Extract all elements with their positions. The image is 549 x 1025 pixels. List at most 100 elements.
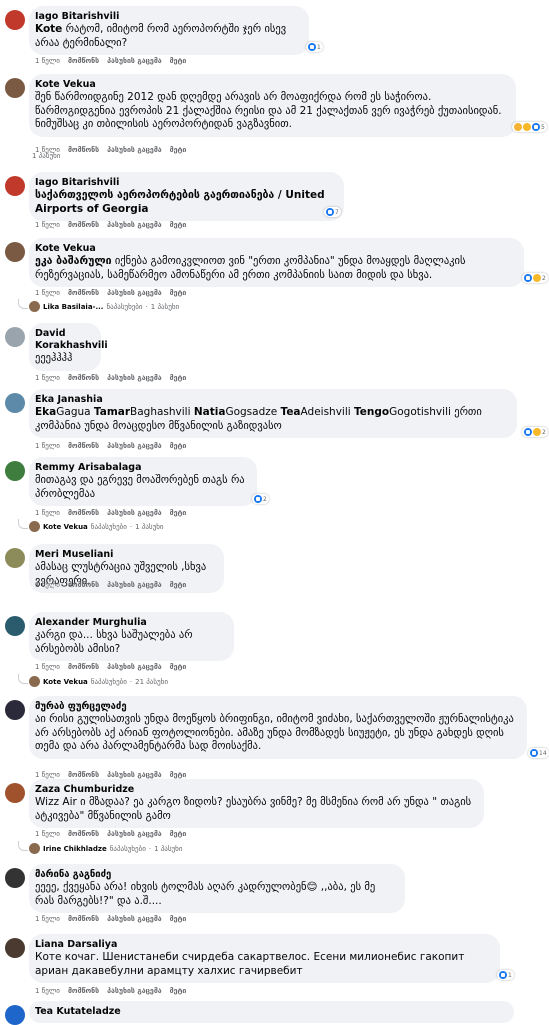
more-button[interactable]: მეტი <box>170 771 187 779</box>
avatar[interactable] <box>5 10 25 30</box>
mention-link[interactable]: Tamar <box>94 406 130 418</box>
mention-link[interactable]: ეკა ბაშარული <box>35 255 112 267</box>
comment-author[interactable]: Remmy Arisabalaga <box>35 462 249 474</box>
like-button[interactable]: მომწონს <box>68 374 99 382</box>
like-button[interactable]: მომწონს <box>68 221 99 229</box>
avatar[interactable] <box>5 868 25 888</box>
comment-author[interactable]: Zaza Chumburidze <box>35 784 476 796</box>
reply-button[interactable]: პასუხის გაცემა <box>107 663 162 671</box>
more-button[interactable]: მეტი <box>170 57 187 65</box>
avatar[interactable] <box>5 461 25 481</box>
like-button[interactable]: მომწონს <box>68 915 99 923</box>
comment-timestamp[interactable]: 1 წელი <box>35 509 60 517</box>
view-replies-link[interactable]: Kote Vekua ნაპასუხები · 21 პასუხი <box>29 676 168 687</box>
comment-timestamp[interactable]: 1 წელი <box>35 57 60 65</box>
reply-button[interactable]: პასუხის გაცემა <box>107 57 162 65</box>
like-button[interactable]: მომწონს <box>68 442 99 450</box>
comment-author[interactable]: Tea Kutateladze <box>35 1006 506 1018</box>
mention-link[interactable]: Eka <box>35 406 56 418</box>
comment-author[interactable]: David Korakhashvili <box>35 328 108 352</box>
more-button[interactable]: მეტი <box>170 663 187 671</box>
comment-author[interactable]: Kote Vekua <box>35 79 508 91</box>
avatar[interactable] <box>5 938 25 958</box>
more-button[interactable]: მეტი <box>170 509 187 517</box>
avatar[interactable] <box>5 616 25 636</box>
view-replies-link[interactable]: Kote Vekua ნაპასუხები · 1 პასუხი <box>29 521 164 532</box>
avatar[interactable] <box>5 548 25 568</box>
view-replies-link[interactable]: Irine Chikhladze ნაპასუხები · 1 პასუხი <box>29 843 182 854</box>
comment-author[interactable]: Eka Janashia <box>35 394 509 406</box>
reaction-summary[interactable]: 14 <box>528 748 549 758</box>
reply-button[interactable]: პასუხის გაცემა <box>107 146 162 154</box>
like-button[interactable]: მომწონს <box>68 289 99 297</box>
reaction-summary[interactable]: 5 <box>512 122 547 132</box>
comment-author[interactable]: Alexander Murghulia <box>35 617 226 629</box>
reply-button[interactable]: პასუხის გაცემა <box>107 915 162 923</box>
avatar[interactable] <box>5 176 25 196</box>
avatar[interactable] <box>5 327 25 347</box>
comment-timestamp[interactable]: 1 წელი <box>35 581 60 589</box>
like-button[interactable]: მომწონს <box>68 146 99 154</box>
more-button[interactable]: მეტი <box>170 581 187 589</box>
more-button[interactable]: მეტი <box>170 374 187 382</box>
mention-link[interactable]: Tengo <box>354 406 389 418</box>
more-button[interactable]: მეტი <box>170 221 187 229</box>
more-button[interactable]: მეტი <box>170 830 187 838</box>
reaction-summary[interactable]: 1 <box>497 970 514 980</box>
avatar[interactable] <box>5 78 25 98</box>
reaction-summary[interactable]: 7 <box>324 207 341 217</box>
avatar[interactable] <box>5 1005 25 1025</box>
comment-timestamp[interactable]: 1 წელი <box>35 289 60 297</box>
like-button[interactable]: მომწონს <box>68 830 99 838</box>
more-button[interactable]: მეტი <box>170 146 187 154</box>
view-replies-link[interactable]: 1 პასუხი <box>32 152 60 160</box>
reaction-summary[interactable]: 1 <box>306 42 323 52</box>
reaction-summary[interactable]: 2 <box>252 494 269 504</box>
reply-button[interactable]: პასუხის გაცემა <box>107 289 162 297</box>
reply-button[interactable]: პასუხის გაცემა <box>107 581 162 589</box>
view-replies-link[interactable]: Lika Basilaia-... ნაპასუხები · 1 პასუხი <box>29 301 179 312</box>
reply-button[interactable]: პასუხის გაცემა <box>107 509 162 517</box>
comment-timestamp[interactable]: 1 წელი <box>35 771 60 779</box>
like-button[interactable]: მომწონს <box>68 509 99 517</box>
reply-button[interactable]: პასუხის გაცემა <box>107 771 162 779</box>
comment-author[interactable]: Kote Vekua <box>35 243 516 255</box>
reply-button[interactable]: პასუხის გაცემა <box>107 221 162 229</box>
more-button[interactable]: მეტი <box>170 442 187 450</box>
comment-author[interactable]: Meri Museliani <box>35 549 216 561</box>
reply-button[interactable]: პასუხის გაცემა <box>107 987 162 995</box>
mention-link[interactable]: Kote <box>35 23 62 35</box>
more-button[interactable]: მეტი <box>170 915 187 923</box>
avatar[interactable] <box>5 393 25 413</box>
more-button[interactable]: მეტი <box>170 289 187 297</box>
comment-author[interactable]: Liana Darsaliya <box>35 939 492 951</box>
comment-timestamp[interactable]: 1 წელი <box>35 442 60 450</box>
like-button[interactable]: მომწონს <box>68 987 99 995</box>
comment-timestamp[interactable]: 1 წელი <box>35 221 60 229</box>
like-button[interactable]: მომწონს <box>68 57 99 65</box>
reply-button[interactable]: პასუხის გაცემა <box>107 830 162 838</box>
reply-button[interactable]: პასუხის გაცემა <box>107 374 162 382</box>
comment-timestamp[interactable]: 1 წელი <box>35 915 60 923</box>
more-button[interactable]: მეტი <box>170 987 187 995</box>
reaction-summary[interactable]: 2 <box>522 273 548 283</box>
like-button[interactable]: მომწონს <box>68 663 99 671</box>
comment-timestamp[interactable]: 1 წელი <box>35 987 60 995</box>
avatar[interactable] <box>5 700 25 720</box>
mention-link[interactable]: Natia <box>194 406 226 418</box>
comment-timestamp[interactable]: 1 წელი <box>35 663 60 671</box>
like-button[interactable]: მომწონს <box>68 771 99 779</box>
mention-link[interactable]: Tea <box>281 406 301 418</box>
reply-button[interactable]: პასუხის გაცემა <box>107 442 162 450</box>
comment-author[interactable]: Iago Bitarishvili <box>35 177 336 189</box>
reaction-summary[interactable]: 2 <box>522 427 548 437</box>
comment-timestamp[interactable]: 1 წელი <box>35 374 60 382</box>
like-button[interactable]: მომწონს <box>68 581 99 589</box>
comment-timestamp[interactable]: 1 წელი <box>35 830 60 838</box>
avatar[interactable] <box>5 242 25 262</box>
avatar[interactable] <box>5 783 25 803</box>
mention-link[interactable]: საქართველოს აეროპორტების გაერთიანება / U… <box>35 189 325 215</box>
comment-author[interactable]: მარინა გაგნიძე <box>35 869 397 881</box>
comment-author[interactable]: Iago Bitarishvili <box>35 11 301 23</box>
comment-author[interactable]: მურაბ ფურცელაძე <box>35 701 519 713</box>
